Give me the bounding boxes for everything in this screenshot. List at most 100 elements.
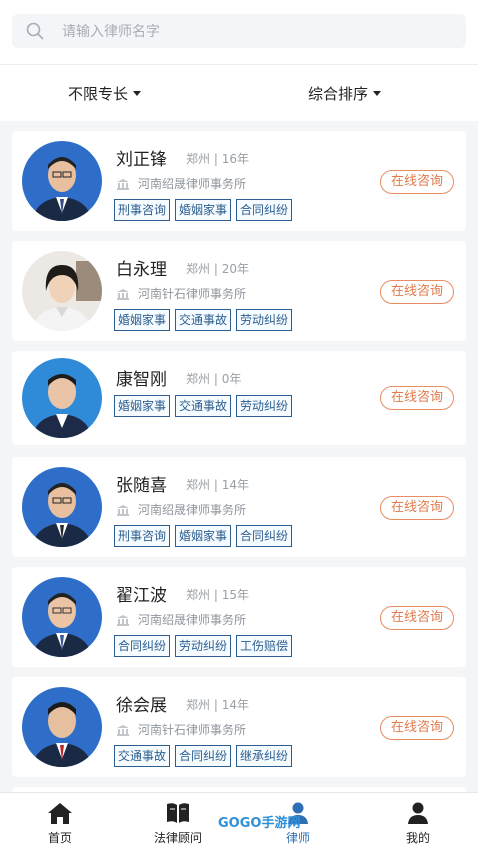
sort-filter-label: 综合排序 [308,85,369,103]
specialty-tag: 工伤赔偿 [236,635,293,657]
lawyer-years: 0年 [221,372,242,386]
search-bar [0,0,478,65]
specialty-tag: 刑事咨询 [114,525,171,547]
avatar [22,467,102,547]
lawyer-card[interactable]: 白永理 郑州 | 20年 河南针石律师事务所 婚姻家事 交通事故 劳动纠纷 在线… [12,241,466,341]
lawyer-name: 刘正锋 [116,150,167,170]
lawyer-location: 郑州 | 0年 [186,372,242,386]
specialty-tag: 婚姻家事 [175,199,232,221]
lawyer-location: 郑州 | 14年 [186,478,249,492]
tag-list: 刑事咨询 婚姻家事 合同纠纷 [114,199,297,221]
specialty-tag: 合同纠纷 [175,745,232,767]
lawyer-location: 郑州 | 20年 [186,262,249,276]
building-icon [117,504,129,516]
lawyer-card[interactable]: 康智刚 郑州 | 0年 婚姻家事 交通事故 劳动纠纷 在线咨询 [12,351,466,445]
lawyer-years: 16年 [221,152,249,166]
online-consult-button[interactable]: 在线咨询 [380,170,454,194]
filter-bar: 不限专长 综合排序 [0,65,478,121]
specialty-tag: 合同纠纷 [114,635,171,657]
search-icon [26,22,44,40]
home-icon [48,803,72,824]
building-icon [117,288,129,300]
law-firm: 河南绍晟律师事务所 [116,175,246,192]
specialty-tag: 合同纠纷 [236,199,293,221]
law-firm-name: 河南针石律师事务所 [138,287,247,301]
watermark: GOGO手游网 [218,816,301,831]
tag-list: 合同纠纷 劳动纠纷 工伤赔偿 [114,635,297,657]
lawyer-card[interactable]: 张随喜 郑州 | 14年 河南绍晟律师事务所 刑事咨询 婚姻家事 合同纠纷 在线… [12,457,466,557]
tab-mine[interactable]: 我的 [378,797,458,846]
specialty-tag: 劳动纠纷 [236,309,293,331]
law-firm: 河南针石律师事务所 [116,721,246,738]
lawyer-name: 翟江波 [116,586,167,606]
online-consult-button[interactable]: 在线咨询 [380,280,454,304]
specialty-tag: 婚姻家事 [114,395,171,417]
tab-label: 律师 [285,831,310,845]
avatar [22,687,102,767]
lawyer-years: 14年 [221,698,249,712]
caret-down-icon [373,91,382,96]
avatar [22,358,102,438]
specialty-tag: 交通事故 [175,395,232,417]
lawyer-card[interactable]: 刘正锋 郑州 | 16年 河南绍晟律师事务所 刑事咨询 婚姻家事 合同纠纷 在线… [12,131,466,231]
specialty-filter[interactable]: 不限专长 [68,83,142,104]
book-icon [167,803,189,823]
specialty-tag: 婚姻家事 [114,309,171,331]
tag-list: 交通事故 合同纠纷 继承纠纷 [114,745,297,767]
lawyer-card[interactable]: 徐会展 郑州 | 14年 河南针石律师事务所 交通事故 合同纠纷 继承纠纷 在线… [12,677,466,777]
lawyer-card[interactable]: 翟江波 郑州 | 15年 河南绍晟律师事务所 合同纠纷 劳动纠纷 工伤赔偿 在线… [12,567,466,667]
lawyer-city: 郑州 [186,698,211,712]
tag-list: 婚姻家事 交通事故 劳动纠纷 [114,309,297,331]
lawyer-years: 15年 [221,588,249,602]
law-firm-name: 河南绍晟律师事务所 [138,503,247,517]
avatar [22,141,102,221]
search-box[interactable] [12,14,466,50]
tab-home[interactable]: 首页 [20,797,100,846]
specialty-tag: 劳动纠纷 [175,635,232,657]
lawyer-city: 郑州 [186,262,211,276]
lawyer-location: 郑州 | 14年 [186,698,249,712]
lawyer-city: 郑州 [186,478,211,492]
caret-down-icon [133,91,142,96]
building-icon [117,724,129,736]
building-icon [117,614,129,626]
online-consult-button[interactable]: 在线咨询 [380,496,454,520]
law-firm: 河南绍晟律师事务所 [116,501,246,518]
lawyer-city: 郑州 [186,372,211,386]
online-consult-button[interactable]: 在线咨询 [380,386,454,410]
law-firm: 河南绍晟律师事务所 [116,611,246,628]
tab-label: 法律顾问 [153,831,202,845]
avatar [22,251,102,331]
lawyer-city: 郑州 [186,588,211,602]
building-icon [117,178,129,190]
online-consult-button[interactable]: 在线咨询 [380,716,454,740]
lawyer-city: 郑州 [186,152,211,166]
lawyer-name: 张随喜 [116,476,167,496]
specialty-tag: 交通事故 [114,745,171,767]
lawyer-location: 郑州 | 15年 [186,588,249,602]
user-icon [408,802,428,824]
law-firm-name: 河南针石律师事务所 [138,723,247,737]
lawyer-name: 白永理 [116,260,167,280]
law-firm: 河南针石律师事务所 [116,285,246,302]
specialty-tag: 刑事咨询 [114,199,171,221]
lawyer-years: 20年 [221,262,249,276]
online-consult-button[interactable]: 在线咨询 [380,606,454,630]
lawyer-location: 郑州 | 16年 [186,152,249,166]
law-firm-name: 河南绍晟律师事务所 [138,613,247,627]
tab-label: 首页 [47,831,72,845]
specialty-tag: 继承纠纷 [236,745,293,767]
search-input[interactable] [60,14,454,50]
specialty-filter-label: 不限专长 [68,85,129,103]
specialty-tag: 合同纠纷 [236,525,293,547]
lawyer-years: 14年 [221,478,249,492]
tab-legal-advisor[interactable]: 法律顾问 [138,797,218,846]
sort-filter[interactable]: 综合排序 [308,83,382,104]
lawyer-name: 康智刚 [116,370,167,390]
lawyer-name: 徐会展 [116,696,167,716]
tag-list: 婚姻家事 交通事故 劳动纠纷 [114,395,297,417]
law-firm-name: 河南绍晟律师事务所 [138,177,247,191]
tag-list: 刑事咨询 婚姻家事 合同纠纷 [114,525,297,547]
specialty-tag: 劳动纠纷 [236,395,293,417]
specialty-tag: 婚姻家事 [175,525,232,547]
